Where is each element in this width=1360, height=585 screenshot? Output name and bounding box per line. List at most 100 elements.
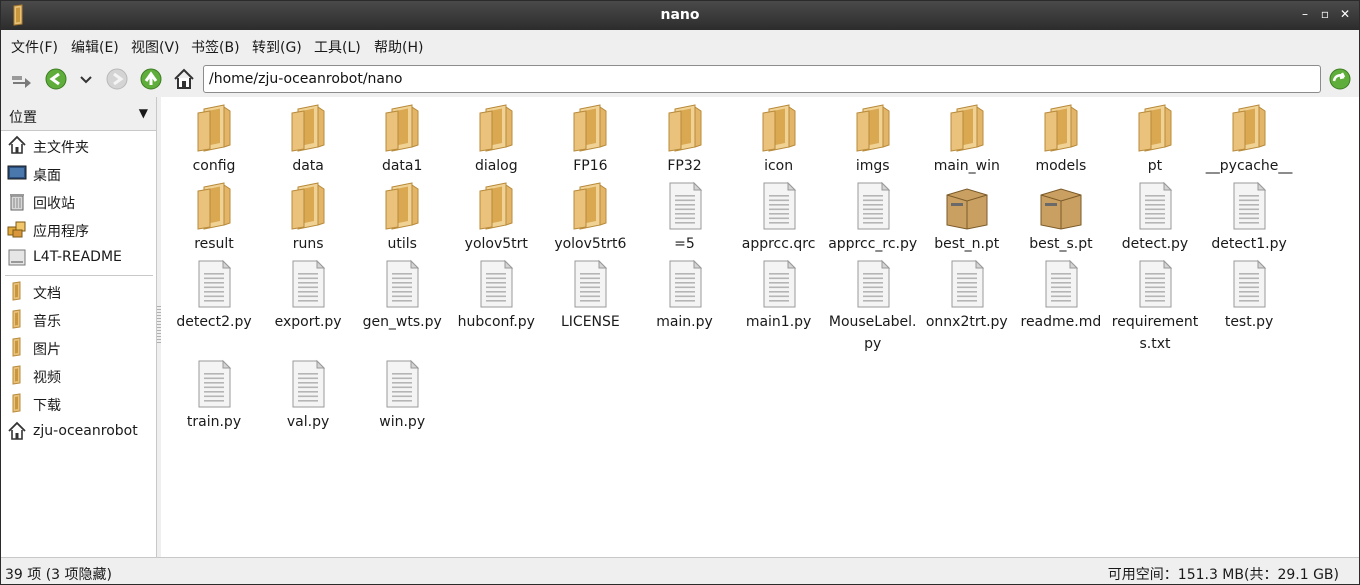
file-name: val.py xyxy=(286,414,330,430)
file-name: win.py xyxy=(379,414,426,430)
sidebar-item[interactable]: 桌面 xyxy=(1,161,156,187)
menu-file[interactable]: 文件(F) xyxy=(11,37,58,57)
file-item[interactable]: FP16 xyxy=(543,103,637,177)
sidebar-item[interactable]: 主文件夹 xyxy=(1,133,156,159)
file-item[interactable]: result xyxy=(167,181,261,255)
file-view[interactable]: config data data1 dialog FP16 FP32 icon imgs mai… xyxy=(161,97,1359,557)
menu-go[interactable]: 转到(G) xyxy=(252,37,302,57)
sidebar: 位置 ▼ 主文件夹 桌面回收站应用程序 L4T-README 文档音乐图片 视频 下载 zj… xyxy=(1,97,157,557)
menu-view[interactable]: 视图(V) xyxy=(131,37,180,57)
file-name: runs xyxy=(292,236,324,252)
file-item[interactable]: LICENSE xyxy=(543,259,637,333)
history-dropdown-icon[interactable] xyxy=(73,66,99,92)
sidebar-item[interactable]: 音乐 xyxy=(1,307,156,333)
sidebar-item[interactable]: 文档 xyxy=(1,279,156,305)
file-item[interactable]: readme.md xyxy=(1014,259,1108,333)
file-item[interactable]: __pycache__ xyxy=(1202,103,1296,177)
text-file-icon xyxy=(378,359,426,409)
back-icon[interactable] xyxy=(43,66,69,92)
minimize-icon[interactable]: – xyxy=(1297,6,1313,22)
status-bar: 39 项 (3 项隐藏) 可用空间：151.3 MB(共：29.1 GB) xyxy=(1,557,1359,584)
sidebar-item[interactable]: 图片 xyxy=(1,335,156,361)
text-file-icon xyxy=(661,181,709,231)
sidebar-item-label: 音乐 xyxy=(33,314,61,330)
sidebar-item-label: 回收站 xyxy=(33,196,75,212)
file-item[interactable]: =5 xyxy=(638,181,732,255)
folder-icon xyxy=(1131,103,1179,153)
path-input[interactable] xyxy=(209,71,1315,87)
file-item[interactable]: hubconf.py xyxy=(449,259,543,333)
file-item[interactable]: main_win xyxy=(920,103,1014,177)
item-count: 39 项 (3 项隐藏) xyxy=(5,567,112,583)
file-name: yolov5trt6 xyxy=(554,236,627,252)
text-file-icon xyxy=(284,259,332,309)
sidebar-item[interactable]: L4T-README xyxy=(1,245,156,271)
file-item[interactable]: data1 xyxy=(355,103,449,177)
file-item[interactable]: test.py xyxy=(1202,259,1296,333)
trash-icon xyxy=(7,191,27,211)
file-item[interactable]: main.py xyxy=(638,259,732,333)
file-item[interactable]: config xyxy=(167,103,261,177)
file-name: result xyxy=(194,236,234,252)
sidebar-item[interactable]: zju-oceanrobot xyxy=(1,419,156,445)
forward-icon[interactable] xyxy=(104,66,130,92)
sidebar-item[interactable]: 下载 xyxy=(1,391,156,417)
home-icon[interactable] xyxy=(171,66,197,92)
new-tab-icon[interactable] xyxy=(9,66,35,92)
file-item[interactable]: apprcc.qrc xyxy=(732,181,826,255)
maximize-icon[interactable]: ▫ xyxy=(1317,6,1333,22)
file-name: best_n.pt xyxy=(934,236,1000,252)
file-item[interactable]: data xyxy=(261,103,355,177)
file-item[interactable]: apprcc_rc.py xyxy=(826,181,920,255)
file-item[interactable]: runs xyxy=(261,181,355,255)
file-item[interactable]: yolov5trt xyxy=(449,181,543,255)
file-item[interactable]: utils xyxy=(355,181,449,255)
file-item[interactable]: detect1.py xyxy=(1202,181,1296,255)
file-item[interactable]: gen_wts.py xyxy=(355,259,449,333)
folder-icon xyxy=(7,337,27,357)
file-item[interactable]: MouseLabel.py xyxy=(826,259,920,355)
file-item[interactable]: models xyxy=(1014,103,1108,177)
close-icon[interactable]: ✕ xyxy=(1337,6,1353,22)
file-item[interactable]: requirements.txt xyxy=(1108,259,1202,355)
file-item[interactable]: imgs xyxy=(826,103,920,177)
sidebar-mode-selector[interactable]: 位置 ▼ xyxy=(1,97,156,131)
text-file-icon xyxy=(849,181,897,231)
title-bar[interactable]: nano – ▫ ✕ xyxy=(1,1,1359,30)
file-item[interactable]: pt xyxy=(1108,103,1202,177)
file-item[interactable]: export.py xyxy=(261,259,355,333)
file-item[interactable]: best_n.pt xyxy=(920,181,1014,255)
sidebar-item[interactable]: 应用程序 xyxy=(1,217,156,243)
file-item[interactable]: detect.py xyxy=(1108,181,1202,255)
file-item[interactable]: best_s.pt xyxy=(1014,181,1108,255)
file-item[interactable]: win.py xyxy=(355,359,449,433)
folder-icon xyxy=(7,281,27,301)
file-name: __pycache__ xyxy=(1205,158,1293,174)
file-manager-window: nano – ▫ ✕ 文件(F) 编辑(E) 视图(V) 书签(B) 转到(G)… xyxy=(0,0,1360,585)
file-item[interactable]: icon xyxy=(732,103,826,177)
file-item[interactable]: yolov5trt6 xyxy=(543,181,637,255)
go-icon[interactable] xyxy=(1327,66,1353,92)
file-name: export.py xyxy=(274,314,342,330)
menu-edit[interactable]: 编辑(E) xyxy=(71,37,119,57)
sidebar-item[interactable]: 回收站 xyxy=(1,189,156,215)
file-name: LICENSE xyxy=(561,314,620,330)
up-icon[interactable] xyxy=(138,66,164,92)
file-item[interactable]: val.py xyxy=(261,359,355,433)
path-bar[interactable] xyxy=(203,65,1321,93)
file-name: main_win xyxy=(933,158,1000,174)
file-item[interactable]: main1.py xyxy=(732,259,826,333)
file-name: main.py xyxy=(656,314,713,330)
free-space: 可用空间：151.3 MB(共：29.1 GB) xyxy=(1107,567,1339,583)
file-item[interactable]: train.py xyxy=(167,359,261,433)
file-item[interactable]: detect2.py xyxy=(167,259,261,333)
text-file-icon xyxy=(755,181,803,231)
file-item[interactable]: dialog xyxy=(449,103,543,177)
sidebar-item[interactable]: 视频 xyxy=(1,363,156,389)
file-item[interactable]: onnx2trt.py xyxy=(920,259,1014,333)
sidebar-item-label: 文档 xyxy=(33,286,61,302)
file-item[interactable]: FP32 xyxy=(638,103,732,177)
menu-tools[interactable]: 工具(L) xyxy=(314,37,361,57)
menu-bookmarks[interactable]: 书签(B) xyxy=(191,37,240,57)
menu-help[interactable]: 帮助(H) xyxy=(374,37,423,57)
